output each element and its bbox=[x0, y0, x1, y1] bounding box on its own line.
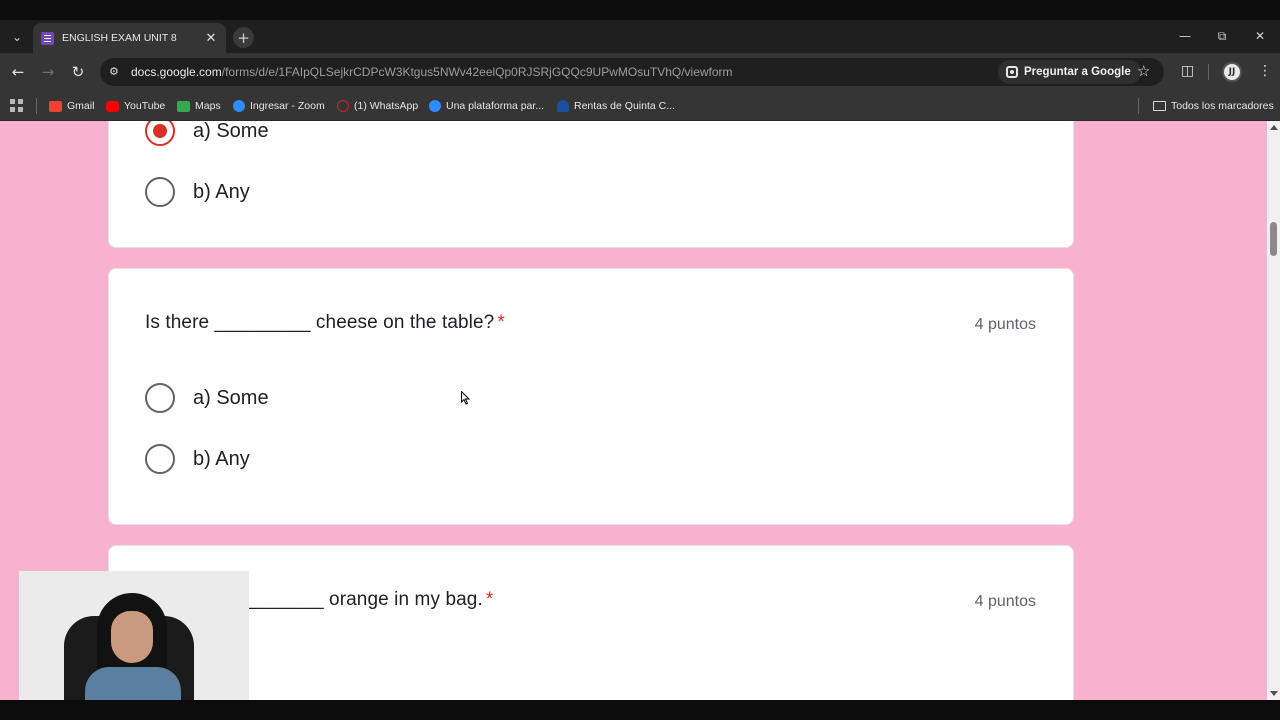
previous-question-card: a) Some b) Any bbox=[108, 121, 1074, 248]
required-asterisk: * bbox=[485, 589, 494, 610]
bookmark-label: YouTube bbox=[124, 100, 166, 112]
screen-top-edge bbox=[0, 0, 1280, 20]
back-arrow-icon[interactable]: ← bbox=[8, 62, 28, 82]
google-lens-icon bbox=[1006, 66, 1018, 78]
question-title: _______ orange in my bag. * bbox=[249, 589, 494, 610]
reload-icon[interactable]: ↻ bbox=[68, 62, 88, 82]
restore-button[interactable]: ⧉ bbox=[1210, 26, 1234, 46]
bookmark-youtube[interactable]: YouTube bbox=[106, 97, 165, 115]
bookmark-rentas[interactable]: Rentas de Quinta C... bbox=[557, 97, 675, 115]
radio-unchecked-icon[interactable] bbox=[145, 383, 175, 413]
points-label: 4 puntos bbox=[974, 593, 1036, 610]
required-asterisk: * bbox=[497, 312, 505, 333]
forward-arrow-icon[interactable]: → bbox=[38, 62, 58, 82]
webcam-overlay bbox=[19, 571, 249, 700]
all-bookmarks-button[interactable]: Todos los marcadores bbox=[1153, 97, 1274, 115]
scroll-down-arrow-icon[interactable] bbox=[1270, 691, 1278, 696]
bookmarks-bar: Gmail YouTube Maps Ingresar - Zoom (1) W… bbox=[0, 91, 1280, 121]
new-tab-button[interactable]: + bbox=[233, 27, 254, 48]
radio-unchecked-icon[interactable] bbox=[145, 177, 175, 207]
next-question-card: _______ orange in my bag. * 4 puntos bbox=[108, 545, 1074, 700]
scrollbar-thumb[interactable] bbox=[1270, 222, 1277, 256]
bookmark-label: (1) WhatsApp bbox=[354, 100, 419, 112]
url-text[interactable]: docs.google.com/forms/d/e/1FAIpQLSejkrCD… bbox=[131, 65, 733, 79]
bookmark-maps[interactable]: Maps bbox=[177, 97, 221, 115]
tab-search-button[interactable]: ⌄ bbox=[6, 26, 28, 48]
bookmark-whatsapp[interactable]: (1) WhatsApp bbox=[337, 97, 418, 115]
question-title: Is there _________ cheese on the table? * bbox=[145, 312, 505, 333]
zoom-icon bbox=[429, 100, 441, 112]
question-card: Is there _________ cheese on the table? *… bbox=[108, 268, 1074, 525]
bookmark-gmail[interactable]: Gmail bbox=[49, 97, 94, 115]
option-b[interactable]: b) Any bbox=[145, 443, 250, 475]
points-label: 4 puntos bbox=[974, 316, 1036, 333]
ask-google-button[interactable]: Preguntar a Google bbox=[998, 60, 1141, 84]
gmail-icon bbox=[49, 100, 62, 112]
option-label: a) Some bbox=[193, 386, 269, 409]
rentas-icon bbox=[557, 100, 569, 112]
radio-checked-icon[interactable] bbox=[145, 121, 175, 146]
option-label: a) Some bbox=[193, 121, 269, 142]
tab-title: ENGLISH EXAM UNIT 8 bbox=[62, 32, 177, 44]
minimize-button[interactable]: — bbox=[1173, 26, 1197, 46]
bookmark-platform[interactable]: Una plataforma par... bbox=[429, 97, 544, 115]
bookmarks-divider bbox=[1138, 98, 1139, 114]
ask-google-label: Preguntar a Google bbox=[1024, 66, 1131, 78]
scroll-up-arrow-icon[interactable] bbox=[1270, 125, 1278, 130]
option-a[interactable]: a) Some bbox=[145, 382, 269, 414]
more-menu-icon[interactable]: ⋮ bbox=[1258, 63, 1272, 79]
bookmark-label: Rentas de Quinta C... bbox=[574, 100, 675, 112]
mouse-cursor-icon bbox=[461, 391, 470, 405]
option-label: b) Any bbox=[193, 180, 250, 203]
browser-toolbar: ← → ↻ ⚙ docs.google.com/forms/d/e/1FAIpQ… bbox=[0, 53, 1280, 91]
webcam-shirt bbox=[85, 667, 181, 700]
bookmark-label: Ingresar - Zoom bbox=[250, 100, 325, 112]
forms-favicon-icon bbox=[41, 31, 54, 45]
youtube-icon bbox=[106, 100, 119, 112]
site-info-icon[interactable]: ⚙ bbox=[109, 65, 123, 79]
tab-active[interactable]: ENGLISH EXAM UNIT 8 ✕ bbox=[33, 23, 226, 53]
bookmark-zoom[interactable]: Ingresar - Zoom bbox=[233, 97, 325, 115]
maps-icon bbox=[177, 100, 190, 112]
tab-strip: ⌄ ENGLISH EXAM UNIT 8 ✕ + — ⧉ ✕ bbox=[0, 20, 1280, 53]
profile-avatar[interactable]: JJ bbox=[1222, 62, 1242, 82]
close-icon[interactable]: ✕ bbox=[204, 31, 218, 46]
radio-unchecked-icon[interactable] bbox=[145, 444, 175, 474]
bookmark-label: Una plataforma par... bbox=[446, 100, 545, 112]
option-a[interactable]: a) Some bbox=[145, 121, 269, 147]
webcam-face bbox=[111, 611, 153, 663]
option-b[interactable]: b) Any bbox=[145, 176, 250, 208]
screen-bottom-edge bbox=[0, 700, 1280, 720]
address-bar[interactable]: ⚙ docs.google.com/forms/d/e/1FAIpQLSejkr… bbox=[100, 58, 1164, 86]
bookmark-star-icon[interactable]: ☆ bbox=[1137, 62, 1150, 80]
all-bookmarks-label: Todos los marcadores bbox=[1171, 100, 1274, 112]
page-scrollbar[interactable] bbox=[1267, 121, 1280, 700]
bookmarks-divider bbox=[36, 98, 37, 114]
apps-grid-icon[interactable] bbox=[10, 99, 23, 112]
zoom-icon bbox=[233, 100, 245, 112]
toolbar-divider bbox=[1208, 64, 1209, 80]
whatsapp-icon bbox=[337, 100, 349, 112]
bookmark-label: Gmail bbox=[67, 100, 95, 112]
folder-icon bbox=[1153, 101, 1166, 111]
option-label: b) Any bbox=[193, 447, 250, 470]
window-close-button[interactable]: ✕ bbox=[1248, 26, 1272, 46]
bookmark-label: Maps bbox=[195, 100, 221, 112]
extensions-icon[interactable]: ◫ bbox=[1181, 63, 1194, 79]
